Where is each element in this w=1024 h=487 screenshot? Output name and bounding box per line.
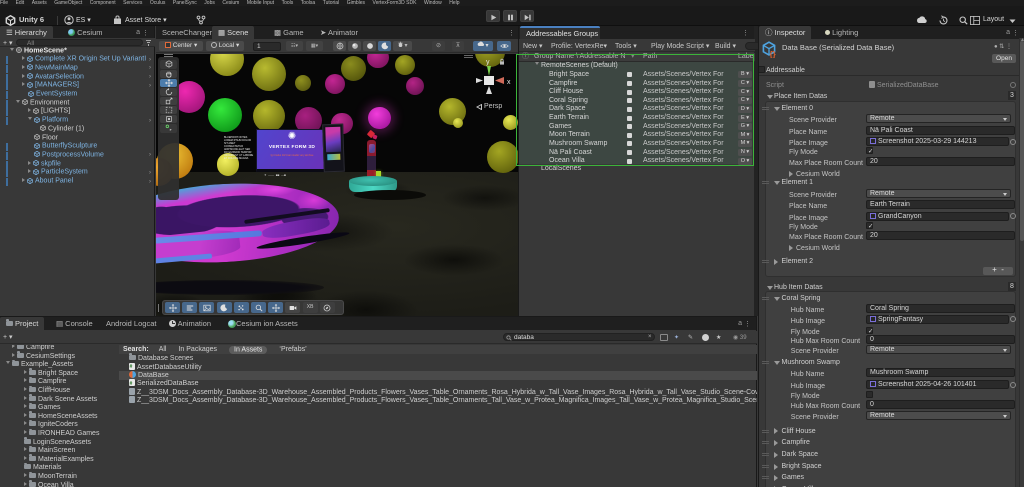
svg-text:{}: {} xyxy=(770,50,776,58)
svg-text:x: x xyxy=(507,79,511,86)
svg-text:y: y xyxy=(486,59,490,66)
